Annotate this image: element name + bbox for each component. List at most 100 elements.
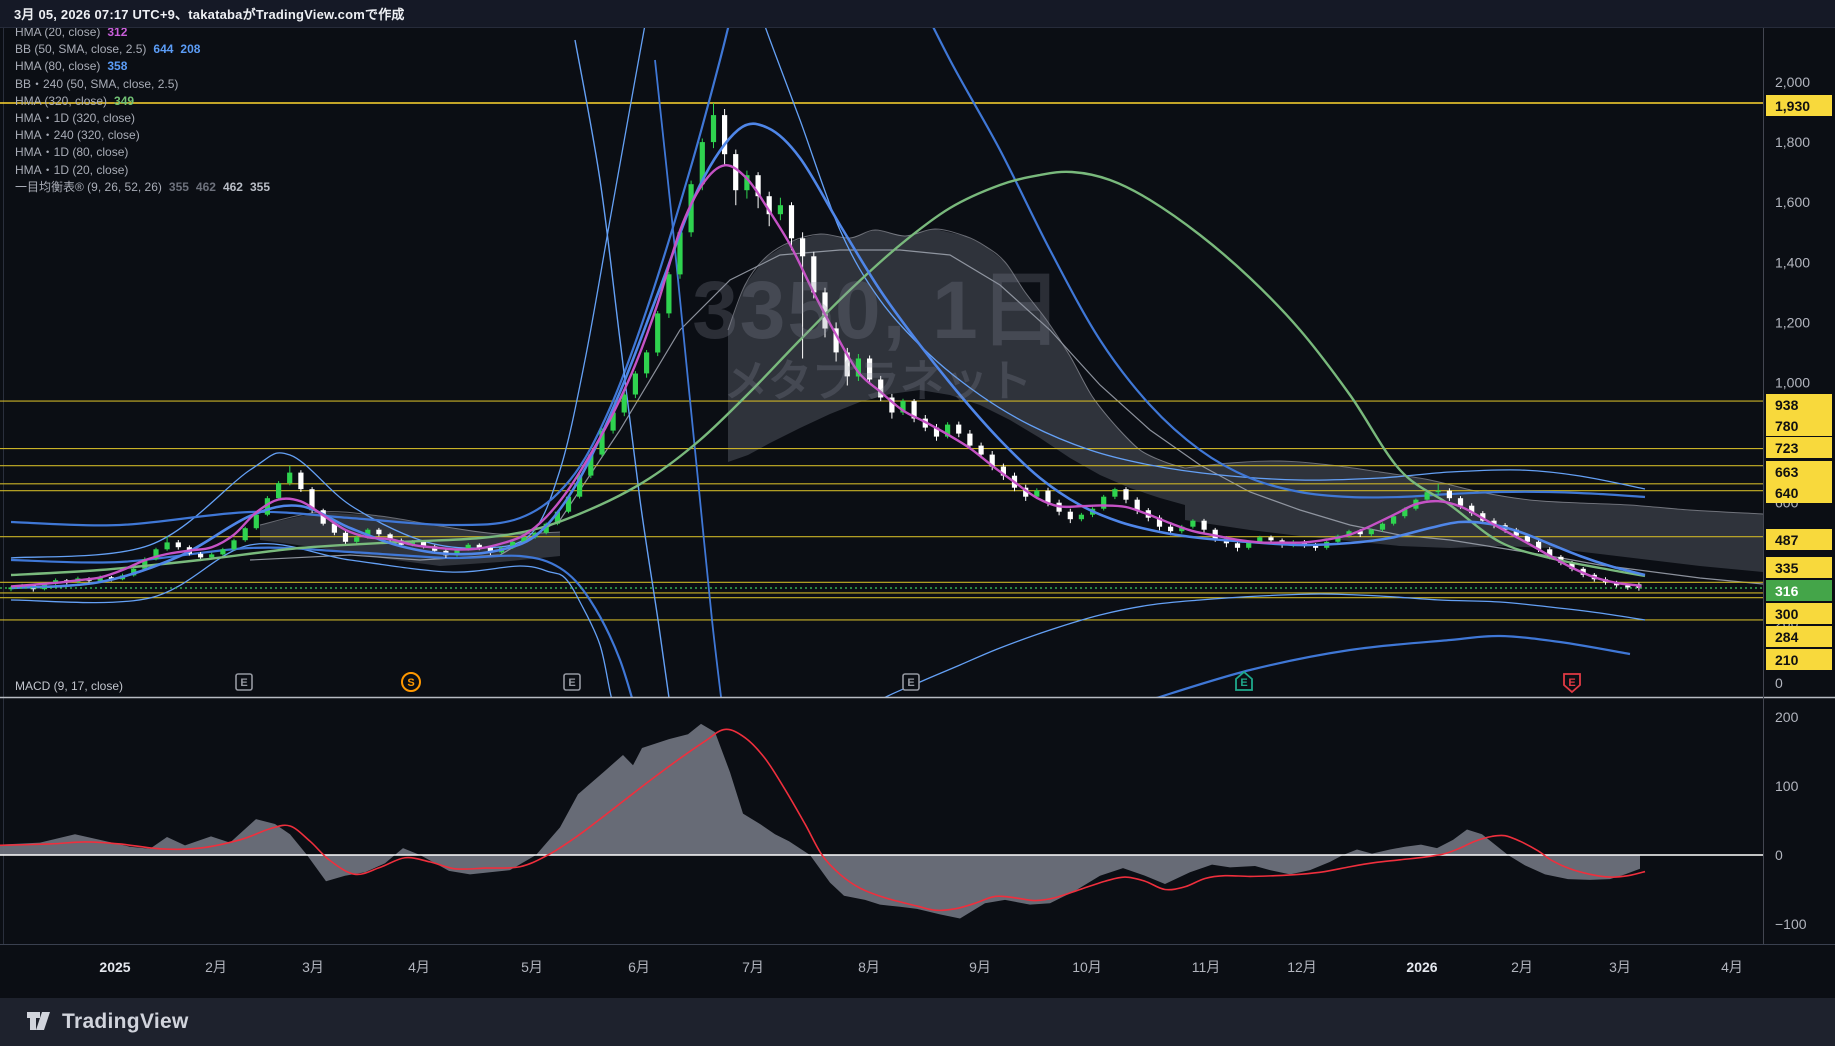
svg-text:663: 663 bbox=[1775, 464, 1799, 480]
creation-info-text: 3月 05, 2026 07:17 UTC+9、takatabaがTrading… bbox=[14, 7, 405, 22]
candle-body bbox=[632, 373, 638, 395]
svg-text:1,930: 1,930 bbox=[1775, 98, 1810, 114]
candle-body bbox=[276, 483, 282, 499]
svg-text:723: 723 bbox=[1775, 440, 1799, 456]
time-axis-month-label: 3月 bbox=[1609, 959, 1631, 975]
event-marker-e[interactable]: E bbox=[235, 673, 253, 691]
event-marker-e[interactable]: E bbox=[1563, 673, 1581, 694]
macd-axis-label: −100 bbox=[1775, 916, 1807, 932]
candle-body bbox=[253, 514, 259, 529]
price-axis-label: 1,800 bbox=[1775, 134, 1810, 150]
candle-body bbox=[354, 537, 360, 542]
time-axis-month-label: 6月 bbox=[628, 959, 650, 975]
time-axis-year-label: 2025 bbox=[99, 959, 130, 975]
time-axis-year-label: 2026 bbox=[1406, 959, 1437, 975]
candle-body bbox=[376, 529, 382, 535]
chart-canvas[interactable]: ESEEEE2,0001,8001,6001,4001,2001,0008006… bbox=[0, 27, 1835, 998]
candle-body bbox=[1391, 516, 1397, 524]
candle-body bbox=[209, 554, 215, 558]
price-badge-335: 335 bbox=[1766, 557, 1832, 578]
overlay-bb240_upper bbox=[10, 27, 730, 527]
candle-body bbox=[1268, 537, 1274, 541]
time-axis-month-label: 2月 bbox=[205, 959, 227, 975]
time-axis-month-label: 10月 bbox=[1072, 959, 1102, 975]
candle-body bbox=[287, 472, 293, 484]
price-axis[interactable]: 2,0001,8001,6001,4001,2001,0008006004002… bbox=[1766, 74, 1832, 932]
candle-body bbox=[1435, 490, 1441, 493]
price-badge-1930: 1,930 bbox=[1766, 95, 1832, 116]
svg-text:938: 938 bbox=[1775, 397, 1799, 413]
candle-body bbox=[1457, 498, 1464, 506]
ichimoku-cloud bbox=[728, 229, 1185, 505]
price-axis-label: 0 bbox=[1775, 675, 1783, 691]
candle-body bbox=[710, 115, 717, 143]
candle-body bbox=[867, 358, 873, 380]
candle-body bbox=[1190, 520, 1196, 527]
candle-body bbox=[1067, 511, 1073, 520]
macd-axis-label: 200 bbox=[1775, 709, 1799, 725]
candle-body bbox=[1234, 543, 1241, 548]
macd-pane[interactable] bbox=[0, 723, 1763, 919]
svg-text:487: 487 bbox=[1775, 532, 1799, 548]
ichimoku-cloud bbox=[1185, 461, 1763, 572]
event-marker-e[interactable]: E bbox=[1235, 670, 1253, 691]
time-axis-month-label: 4月 bbox=[1721, 959, 1743, 975]
event-marker-letter: E bbox=[1240, 677, 1247, 689]
price-axis-label: 1,600 bbox=[1775, 194, 1810, 210]
event-marker-letter: E bbox=[1568, 677, 1575, 689]
svg-text:210: 210 bbox=[1775, 652, 1799, 668]
candle-body bbox=[1201, 520, 1207, 530]
candle-body bbox=[1379, 523, 1386, 530]
time-axis[interactable]: 2025 2月 3月 4月 5月 6月 7月 8月 9月 10月 11月 12月 2026 2月 3月 4月 bbox=[99, 959, 1742, 975]
candle-body bbox=[788, 205, 795, 239]
event-marker-letter: E bbox=[240, 677, 247, 689]
candle-body bbox=[644, 352, 650, 374]
candle-body bbox=[231, 540, 237, 550]
price-badge-210: 210 bbox=[1766, 649, 1832, 670]
price-badge-300: 300 bbox=[1766, 603, 1832, 624]
svg-text:284: 284 bbox=[1775, 629, 1799, 645]
time-axis-month-label: 5月 bbox=[521, 959, 543, 975]
time-axis-month-label: 9月 bbox=[969, 959, 991, 975]
candle-body bbox=[967, 433, 973, 446]
time-axis-month-label: 7月 bbox=[742, 959, 764, 975]
macd-area bbox=[0, 723, 1640, 919]
candle-body bbox=[1112, 489, 1118, 497]
candle-body bbox=[164, 542, 170, 550]
time-axis-month-label: 4月 bbox=[408, 959, 430, 975]
event-marker-e[interactable]: E bbox=[563, 673, 581, 691]
footer-bar: TradingView bbox=[0, 998, 1835, 1046]
price-axis-label: 1,400 bbox=[1775, 254, 1810, 270]
svg-text:300: 300 bbox=[1775, 606, 1799, 622]
svg-text:316: 316 bbox=[1775, 583, 1799, 599]
price-badge-316: 316 bbox=[1766, 580, 1832, 601]
event-marker-letter: E bbox=[568, 677, 575, 689]
price-badge-723: 723 bbox=[1766, 437, 1832, 458]
time-axis-month-label: 2月 bbox=[1511, 959, 1533, 975]
macd-signal-line bbox=[0, 728, 1646, 912]
macd-axis-label: 0 bbox=[1775, 847, 1783, 863]
price-badge-663: 663 bbox=[1766, 461, 1832, 482]
chart-area[interactable]: ESEEEE2,0001,8001,6001,4001,2001,0008006… bbox=[0, 27, 1835, 998]
tradingview-brand-text[interactable]: TradingView bbox=[62, 1010, 189, 1034]
event-marker-e[interactable]: E bbox=[902, 673, 920, 691]
candle-body bbox=[777, 205, 783, 215]
price-badge-938: 938 bbox=[1766, 394, 1832, 415]
candle-body bbox=[655, 313, 661, 353]
candle-body bbox=[1368, 529, 1374, 535]
event-marker-s[interactable]: S bbox=[401, 672, 421, 692]
candle-body bbox=[220, 549, 226, 555]
price-axis-label: 1,000 bbox=[1775, 375, 1810, 391]
tradingview-logo-icon[interactable] bbox=[27, 1010, 57, 1036]
svg-text:640: 640 bbox=[1775, 485, 1799, 501]
time-axis-month-label: 3月 bbox=[302, 959, 324, 975]
candle-body bbox=[175, 542, 181, 548]
macd-legend[interactable]: MACD (9, 17, close) bbox=[15, 679, 123, 693]
event-marker-letter: S bbox=[407, 677, 414, 689]
candle-body bbox=[1123, 489, 1129, 500]
candle-body bbox=[1168, 526, 1174, 532]
candle-body bbox=[1101, 496, 1107, 509]
candle-body bbox=[298, 472, 304, 490]
price-pane[interactable]: ESEEEE bbox=[0, 27, 1763, 745]
candle-body bbox=[666, 274, 672, 314]
